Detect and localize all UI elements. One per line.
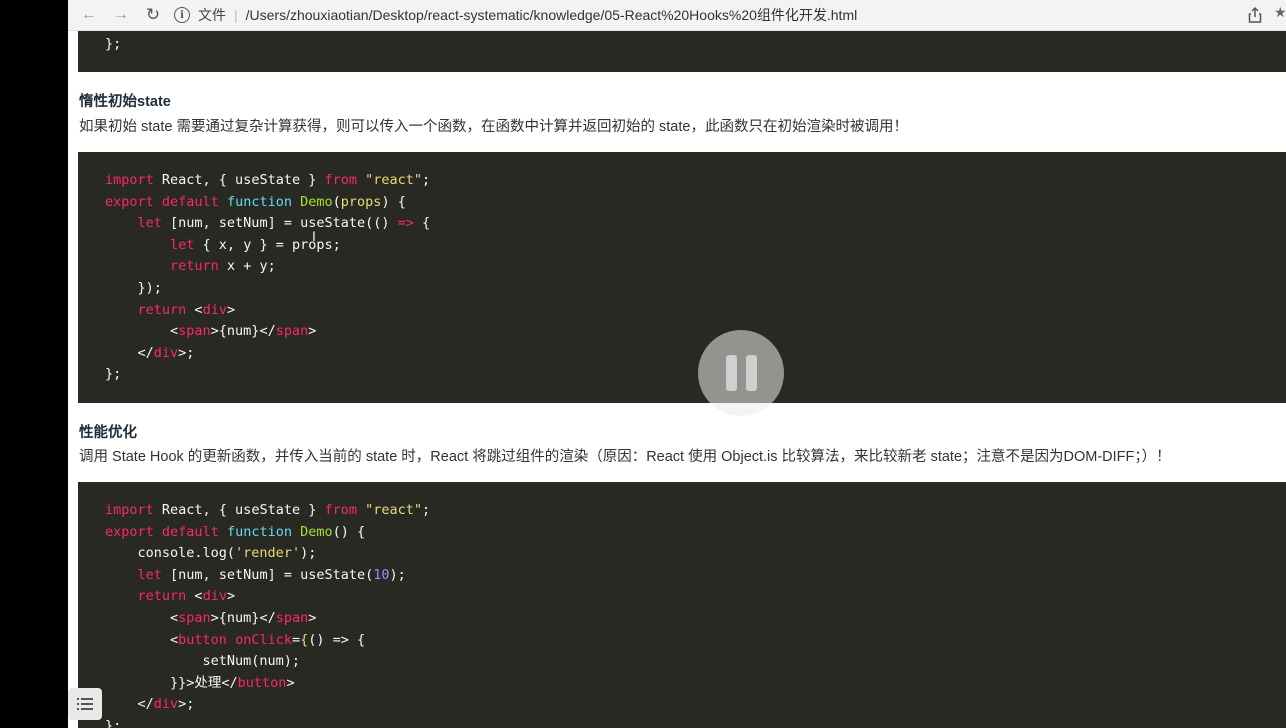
code-block-lazy-state: import React, { useState } from "react";… <box>78 152 1286 403</box>
pause-bar-right <box>746 355 757 391</box>
code-block-top: }; <box>78 31 1286 72</box>
reload-icon[interactable]: ↻ <box>142 4 164 26</box>
file-label: 文件 <box>198 7 226 23</box>
forward-icon[interactable]: → <box>110 4 132 26</box>
section-heading-performance: 性能优化 <box>79 425 137 441</box>
address-bar[interactable]: i 文件 | /Users/zhouxiaotian/Desktop/react… <box>174 3 1234 27</box>
section-heading-lazy-state: 惰性初始state <box>79 94 171 110</box>
list-icon <box>77 698 93 710</box>
section-text-performance: 调用 State Hook 的更新函数，并传入当前的 state 时，React… <box>79 449 1171 465</box>
browser-toolbar: ← → ↻ i 文件 | /Users/zhouxiaotian/Desktop… <box>68 0 1286 31</box>
share-icon[interactable] <box>1246 6 1264 24</box>
back-icon[interactable]: ← <box>78 4 100 26</box>
address-separator: | <box>234 7 238 23</box>
pause-bar-left <box>726 355 737 391</box>
section-text-lazy-state: 如果初始 state 需要通过复杂计算获得，则可以传入一个函数，在函数中计算并返… <box>79 119 908 135</box>
overflow-icon[interactable]: ★ <box>1274 4 1286 21</box>
text-cursor-icon: I <box>312 228 316 244</box>
url-text[interactable]: /Users/zhouxiaotian/Desktop/react-system… <box>246 5 858 25</box>
info-icon[interactable]: i <box>174 7 190 23</box>
left-black-bar <box>0 0 68 728</box>
pause-icon[interactable] <box>698 330 784 416</box>
browser-window: ← → ↻ i 文件 | /Users/zhouxiaotian/Desktop… <box>68 0 1286 728</box>
toc-list-icon[interactable] <box>68 688 102 720</box>
code-block-performance: import React, { useState } from "react";… <box>78 482 1286 728</box>
